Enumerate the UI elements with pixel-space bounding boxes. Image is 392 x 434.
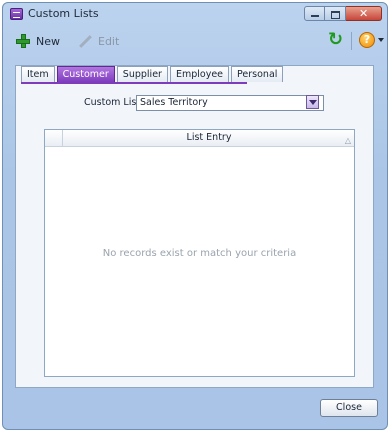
edit-button[interactable]: Edit xyxy=(78,31,119,51)
maximize-icon xyxy=(331,11,340,19)
maximize-button[interactable] xyxy=(325,6,346,21)
pencil-icon xyxy=(78,34,92,48)
tab-item[interactable]: Item xyxy=(21,66,55,82)
sort-icon: △ xyxy=(344,136,351,145)
app-icon xyxy=(10,8,23,20)
refresh-icon[interactable]: ↻ xyxy=(328,31,344,49)
table-header: List Entry △ xyxy=(45,130,354,147)
new-label: New xyxy=(36,34,60,48)
tab-employee[interactable]: Employee xyxy=(169,66,230,82)
close-button[interactable]: Close xyxy=(320,399,378,417)
tab-customer[interactable]: Customer xyxy=(56,66,115,82)
window-controls: ✕ xyxy=(304,6,382,21)
dropdown-arrow-icon[interactable] xyxy=(306,95,319,109)
list-entry-table: List Entry △ No records exist or match y… xyxy=(44,129,355,377)
title-bar[interactable]: Custom Lists ✕ xyxy=(3,3,387,25)
close-window-button[interactable]: ✕ xyxy=(346,6,382,21)
tab-personal[interactable]: Personal xyxy=(231,66,284,82)
window-title: Custom Lists xyxy=(28,7,99,20)
custom-list-select[interactable]: Sales Territory xyxy=(136,95,324,111)
row-selector-header xyxy=(45,130,63,146)
empty-message: No records exist or match your criteria xyxy=(102,248,297,259)
new-button[interactable]: New xyxy=(16,31,60,51)
tab-supplier[interactable]: Supplier xyxy=(116,66,168,82)
toolbar: New Edit ↻ ? xyxy=(10,28,384,58)
chevron-down-icon[interactable] xyxy=(378,38,384,42)
minimize-button[interactable] xyxy=(304,6,325,21)
toolbar-separator xyxy=(351,32,352,50)
edit-label: Edit xyxy=(98,34,120,48)
minimize-icon xyxy=(311,15,319,17)
column-header-list-entry[interactable]: List Entry △ xyxy=(63,130,355,146)
help-icon[interactable]: ? xyxy=(359,32,375,48)
column-header-label: List Entry xyxy=(186,132,232,143)
plus-icon xyxy=(16,34,30,48)
tab-strip: Item Customer Supplier Employee Personal xyxy=(21,66,285,82)
custom-list-label: Custom List: xyxy=(84,97,144,108)
tab-underline xyxy=(21,82,247,84)
close-icon: ✕ xyxy=(359,7,369,20)
